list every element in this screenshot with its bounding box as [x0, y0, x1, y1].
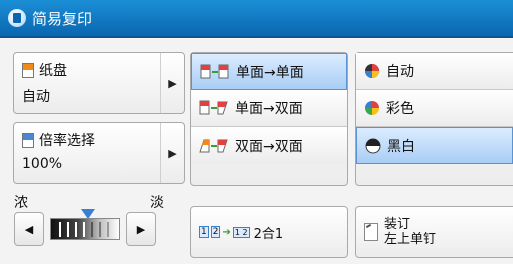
color-mode-selector: 自动 彩色 黑白 [355, 52, 513, 186]
option-1-to-1[interactable]: 单面→单面 [191, 53, 347, 90]
density-light-label: 淡 [150, 195, 164, 211]
black-white-icon [365, 138, 381, 154]
two-up-icon: 1 2 ➔ 1 2 [199, 226, 250, 238]
option-label: 彩色 [386, 101, 414, 117]
ratio-icon [22, 132, 34, 148]
option-2-to-2[interactable]: 双面→双面 [191, 127, 347, 164]
chevron-right-icon: ▶ [136, 222, 146, 236]
density-control: ◀ ▶ [14, 209, 166, 248]
option-label: 单面→单面 [236, 64, 304, 81]
one-to-two-icon [199, 100, 228, 116]
title-bar: 简易复印 [0, 0, 513, 38]
ratio-label: 倍率选择 [39, 133, 95, 149]
paper-tray-button[interactable]: 纸盘 自动 ▶ [13, 52, 185, 114]
chevron-right-icon: ▶ [160, 53, 184, 113]
paper-tray-value: 自动 [22, 89, 50, 105]
reduce-enlarge-button[interactable]: 倍率选择 100% ▶ [13, 122, 185, 184]
staple-line2: 左上单钉 [384, 232, 437, 247]
one-to-one-icon [200, 64, 229, 80]
option-label: 自动 [386, 64, 414, 80]
full-color-option[interactable]: 彩色 [356, 90, 513, 127]
paper-tray-label: 纸盘 [39, 63, 67, 79]
two-to-two-icon [199, 138, 228, 154]
density-gauge[interactable] [50, 209, 120, 240]
black-white-option[interactable]: 黑白 [356, 127, 513, 164]
chevron-right-icon: ▶ [160, 123, 184, 183]
option-label: 双面→双面 [235, 138, 303, 155]
density-decrease-button[interactable]: ◀ [14, 212, 44, 246]
density-marker-icon [81, 209, 95, 219]
density-increase-button[interactable]: ▶ [126, 212, 156, 246]
two-up-button[interactable]: 1 2 ➔ 1 2 2合1 [190, 206, 348, 258]
staple-line1: 装订 [384, 217, 411, 232]
sides-selector: 单面→单面 单面→双面 双面→双面 [190, 52, 348, 186]
ratio-value: 100% [22, 156, 63, 172]
app-title: 简易复印 [32, 9, 93, 28]
option-label: 单面→双面 [235, 101, 303, 117]
auto-color-icon [364, 63, 380, 79]
color-auto-option[interactable]: 自动 [356, 53, 513, 90]
staple-button[interactable]: 装订 左上单钉 [355, 206, 513, 258]
copy-app-icon [8, 9, 26, 27]
color-wheel-icon [364, 100, 380, 116]
paper-tray-icon [22, 62, 34, 78]
two-up-label: 2合1 [253, 226, 284, 242]
staple-icon [364, 223, 378, 241]
density-dark-label: 浓 [14, 195, 28, 211]
chevron-left-icon: ◀ [24, 222, 34, 236]
option-label: 黑白 [387, 138, 415, 155]
option-1-to-2[interactable]: 单面→双面 [191, 90, 347, 127]
